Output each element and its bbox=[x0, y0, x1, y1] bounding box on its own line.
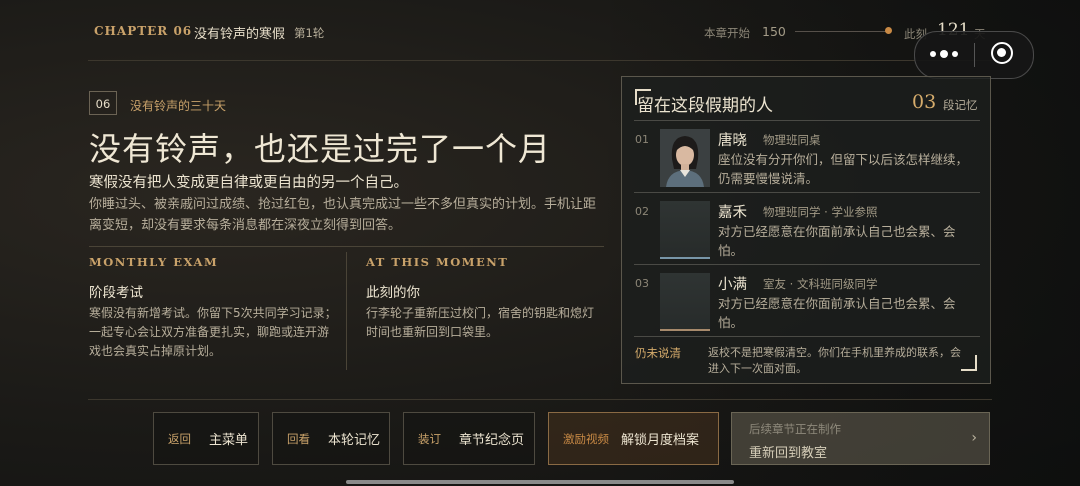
main-menu-button[interactable]: 返回 主菜单 bbox=[153, 412, 259, 465]
review-memory-button[interactable]: 回看 本轮记忆 bbox=[272, 412, 390, 465]
section-column-divider bbox=[346, 252, 347, 370]
unresolved-text: 返校不是把寒假清空。你们在手机里养成的联系，会进入下一次面对面。 bbox=[708, 346, 961, 375]
panel-divider bbox=[634, 120, 980, 121]
avatar bbox=[660, 273, 710, 331]
mini-program-capsule bbox=[914, 31, 1034, 79]
chapter-label: CHAPTER 06 bbox=[94, 24, 193, 38]
progress-marker bbox=[885, 27, 892, 34]
row-divider bbox=[634, 264, 980, 265]
person-desc: 座位没有分开你们，但留下以后该怎样继续，仍需要慢慢说清。 bbox=[718, 152, 969, 186]
page-title: 没有铃声，也还是过完了一个月 bbox=[89, 130, 552, 168]
button-label: 解锁月度档案 bbox=[621, 433, 700, 448]
person-index: 03 bbox=[635, 277, 649, 290]
episode-title: 没有铃声的三十天 bbox=[130, 99, 227, 113]
at-this-moment-heading: AT THIS MOMENT bbox=[366, 255, 509, 269]
close-target-icon[interactable] bbox=[991, 42, 1013, 64]
chapter-title: 没有铃声的寒假 bbox=[194, 27, 286, 42]
episode-subtitle: 寒假没有把人变成更自律或更自由的另一个自己。 bbox=[89, 175, 408, 191]
person-role: 室友 · 文科班同级同学 bbox=[763, 277, 878, 291]
monthly-exam-body: 寒假没有新增考试。你留下5次共同学习记录；一起专心会让双方准备更扎实，聊跑或连开… bbox=[89, 306, 337, 358]
person-role: 物理班同学 · 学业参照 bbox=[763, 205, 878, 219]
home-indicator bbox=[346, 480, 734, 484]
monthly-exam-heading: MONTHLY EXAM bbox=[89, 255, 219, 269]
progress-start-value: 150 bbox=[762, 24, 786, 39]
button-key: 激励视频 bbox=[563, 431, 609, 446]
section-divider bbox=[89, 246, 604, 247]
episode-body: 你睡过头、被亲戚问过成绩、抢过红包，也认真完成过一些不多但真实的计划。手机让距离… bbox=[89, 197, 597, 233]
person-name: 嘉禾 bbox=[718, 205, 747, 221]
panel-title: 留在这段假期的人 bbox=[637, 96, 773, 116]
memory-count: 03 bbox=[912, 91, 937, 113]
person-name: 小满 bbox=[718, 277, 747, 293]
progress-label: 本章开始 bbox=[704, 26, 750, 40]
list-item[interactable]: 01 唐晓 物理班同桌 座位没有分开你们，但留下以后该怎样继续，仍需要慢慢说清。 bbox=[622, 123, 992, 191]
button-label: 本轮记忆 bbox=[328, 433, 381, 448]
person-index: 01 bbox=[635, 133, 649, 146]
button-key: 回看 bbox=[287, 431, 310, 446]
person-role: 物理班同桌 bbox=[763, 133, 821, 147]
footer-divider bbox=[88, 399, 992, 400]
person-desc: 对方已经愿意在你面前承认自己也会累、会怕。 bbox=[718, 296, 956, 330]
unlock-monthly-archive-button[interactable]: 激励视频 解锁月度档案 bbox=[548, 412, 719, 465]
person-name: 唐晓 bbox=[718, 133, 747, 149]
row-divider bbox=[634, 192, 980, 193]
person-desc: 对方已经愿意在你面前承认自己也会累、会怕。 bbox=[718, 224, 956, 258]
row-divider bbox=[634, 336, 980, 337]
list-item[interactable]: 03 小满 室友 · 文科班同级同学 对方已经愿意在你面前承认自己也会累、会怕。 bbox=[622, 267, 992, 335]
header-divider bbox=[88, 60, 992, 61]
return-classroom-button[interactable]: 后续章节正在制作 重新回到教室 › bbox=[731, 412, 990, 465]
list-item[interactable]: 02 嘉禾 物理班同学 · 学业参照 对方已经愿意在你面前承认自己也会累、会怕。 bbox=[622, 195, 992, 263]
round-label: 第1轮 bbox=[294, 26, 325, 40]
button-key: 装订 bbox=[418, 431, 441, 446]
chapter-souvenir-button[interactable]: 装订 章节纪念页 bbox=[403, 412, 535, 465]
button-key: 返回 bbox=[168, 431, 191, 446]
at-this-moment-title: 此刻的你 bbox=[366, 285, 420, 301]
button-label: 重新回到教室 bbox=[749, 446, 828, 461]
memory-panel: 留在这段假期的人 03 段记忆 01 唐晓 物理班同桌 座位没有分开你们，但留下… bbox=[621, 76, 991, 384]
more-icon[interactable] bbox=[929, 47, 959, 61]
chevron-right-icon: › bbox=[971, 430, 977, 446]
capsule-divider bbox=[974, 43, 975, 67]
button-status: 后续章节正在制作 bbox=[749, 422, 841, 436]
button-label: 主菜单 bbox=[209, 433, 249, 448]
avatar bbox=[660, 129, 710, 187]
monthly-exam-title: 阶段考试 bbox=[89, 285, 143, 301]
person-index: 02 bbox=[635, 205, 649, 218]
corner-bracket bbox=[961, 355, 977, 371]
at-this-moment-body: 行李轮子重新压过校门，宿舍的钥匙和熄灯时间也重新回到口袋里。 bbox=[366, 306, 595, 339]
progress-track bbox=[795, 31, 887, 32]
memory-count-unit: 段记忆 bbox=[943, 98, 978, 112]
unresolved-tag: 仍未说清 bbox=[635, 346, 681, 360]
button-label: 章节纪念页 bbox=[459, 433, 525, 448]
avatar bbox=[660, 201, 710, 259]
episode-number: 06 bbox=[89, 91, 117, 115]
